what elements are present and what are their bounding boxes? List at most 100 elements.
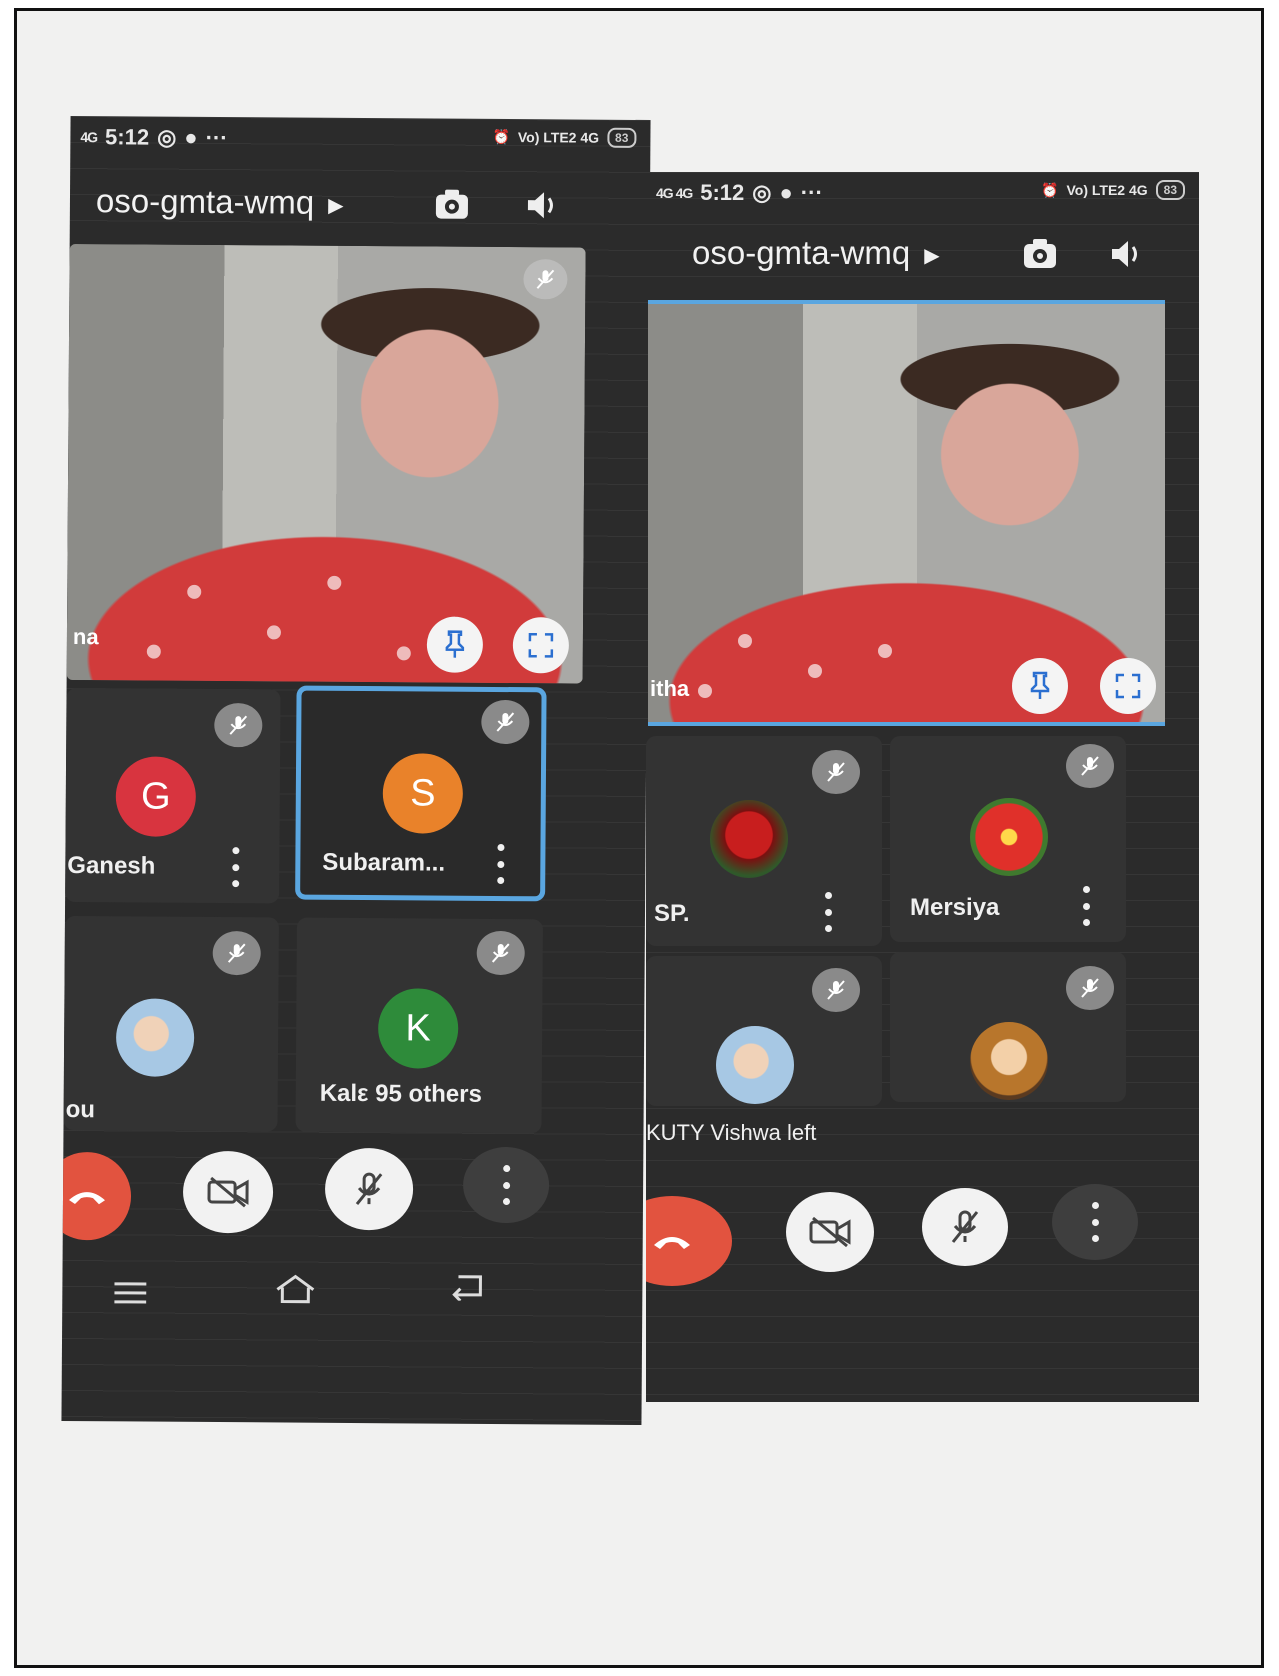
participant-tile-active-speaker[interactable]: S Subaram... xyxy=(295,685,547,902)
alarm-icon: ⏰ xyxy=(492,128,510,145)
telegram-icon: ● xyxy=(779,180,793,205)
status-bar: 4G 4G 5:12 ◎ ● ··· ⏰ Vo) LTE2 4G 83 xyxy=(646,172,1199,212)
saree-pattern xyxy=(187,584,202,599)
avatar: S xyxy=(382,753,464,834)
more-options-button[interactable] xyxy=(1052,1184,1138,1260)
battery-icon: 83 xyxy=(1155,180,1185,200)
fullscreen-icon xyxy=(1115,673,1141,699)
participant-tile[interactable]: Mersiya xyxy=(890,736,1126,942)
whatsapp-icon: ◎ xyxy=(157,124,177,150)
more-options-icon[interactable] xyxy=(1080,886,1092,926)
pin-button[interactable] xyxy=(1012,658,1068,714)
others-count-label: Kalε 95 others xyxy=(319,1079,482,1108)
muted-mic-icon xyxy=(212,931,261,976)
muted-mic-icon xyxy=(476,930,525,976)
camera-off-icon xyxy=(207,1176,249,1208)
participant-name: SP. xyxy=(654,900,690,927)
saree-pattern xyxy=(396,646,411,661)
participant-name: ou xyxy=(65,1095,96,1124)
participant-name: Ganesh xyxy=(67,851,156,880)
signal-icon: 4G 4G xyxy=(656,185,693,201)
main-participant-video[interactable]: itha xyxy=(648,300,1165,726)
pin-icon xyxy=(445,630,465,658)
clock: 5:12 xyxy=(105,124,150,150)
participant-name: na xyxy=(72,624,99,650)
muted-mic-icon xyxy=(523,259,568,300)
mic-toggle-button[interactable] xyxy=(922,1188,1008,1266)
alarm-icon: ⏰ xyxy=(1041,181,1059,198)
meeting-code[interactable]: oso-gmta-wmq ▶ xyxy=(96,182,344,222)
more-options-icon[interactable] xyxy=(494,843,506,885)
muted-mic-icon xyxy=(1066,966,1114,1010)
telegram-icon: ● xyxy=(184,124,198,150)
camera-toggle-button[interactable] xyxy=(182,1150,274,1234)
fullscreen-icon xyxy=(528,632,554,658)
others-tile[interactable]: K Kalε 95 others xyxy=(295,917,543,1134)
android-nav-bar xyxy=(62,1254,642,1328)
end-call-button[interactable] xyxy=(646,1196,732,1286)
profile-photo xyxy=(970,1022,1048,1100)
muted-mic-icon xyxy=(812,750,860,794)
participant-tile[interactable] xyxy=(646,956,882,1106)
saree-pattern xyxy=(327,575,342,590)
left-phone-screenshot: 4G 5:12 ◎ ● ··· ⏰ Vo) LTE2 4G 83 oso-gmt… xyxy=(61,115,651,1426)
home-icon[interactable] xyxy=(274,1273,316,1310)
mic-off-icon xyxy=(951,1210,979,1243)
end-call-icon xyxy=(68,1192,105,1205)
participant-left-notice: KUTY Vishwa left xyxy=(646,1120,817,1145)
right-phone-screenshot: 4G 4G 5:12 ◎ ● ··· ⏰ Vo) LTE2 4G 83 oso-… xyxy=(646,172,1199,1402)
muted-mic-icon xyxy=(214,703,263,748)
saree-pattern xyxy=(878,644,892,658)
more-options-icon xyxy=(500,1165,512,1206)
saree-pattern xyxy=(808,664,822,678)
fullscreen-button[interactable] xyxy=(1100,658,1156,714)
mic-off-icon xyxy=(355,1172,383,1205)
participant-tile[interactable]: G Ganesh xyxy=(65,687,281,904)
pin-icon xyxy=(1030,671,1050,699)
back-icon[interactable] xyxy=(450,1273,484,1306)
meeting-header: oso-gmta-wmq ▶ xyxy=(646,216,1199,292)
network-indicator: Vo) LTE2 4G xyxy=(1066,182,1148,198)
speaker-icon[interactable] xyxy=(520,185,564,225)
mic-toggle-button[interactable] xyxy=(324,1147,414,1231)
avatar: G xyxy=(115,756,197,837)
saree-pattern xyxy=(698,684,712,698)
network-indicator: Vo) LTE2 4G xyxy=(517,129,600,146)
meeting-code-text: oso-gmta-wmq xyxy=(692,234,911,271)
saree-pattern xyxy=(738,634,752,648)
clock: 5:12 xyxy=(700,180,745,205)
participant-tile[interactable] xyxy=(890,952,1126,1102)
meeting-header: oso-gmta-wmq ▶ xyxy=(70,164,651,244)
fullscreen-button[interactable] xyxy=(512,617,570,674)
muted-mic-icon xyxy=(812,968,860,1012)
switch-camera-icon[interactable] xyxy=(1018,234,1062,274)
participant-name: Mersiya xyxy=(910,894,1000,921)
camera-toggle-button[interactable] xyxy=(786,1192,874,1272)
more-options-button[interactable] xyxy=(462,1146,550,1224)
signal-icon: 4G xyxy=(80,129,98,146)
saree-pattern xyxy=(266,625,282,640)
participant-tile[interactable]: ou xyxy=(63,915,279,1132)
caret-right-icon: ▶ xyxy=(328,194,344,217)
camera-off-icon xyxy=(809,1216,851,1248)
meeting-code[interactable]: oso-gmta-wmq ▶ xyxy=(692,234,940,272)
more-options-icon[interactable] xyxy=(229,847,241,888)
saree-pattern xyxy=(146,644,161,659)
muted-mic-icon xyxy=(1066,744,1114,788)
more-options-icon[interactable] xyxy=(822,892,834,932)
switch-camera-icon[interactable] xyxy=(430,185,474,225)
more-notifications: ··· xyxy=(800,180,823,205)
profile-photo xyxy=(115,998,195,1077)
participant-tile[interactable]: SP. xyxy=(646,736,882,946)
end-call-button[interactable] xyxy=(61,1151,132,1241)
profile-photo xyxy=(970,798,1048,876)
participant-name: Subaram... xyxy=(322,848,446,877)
menu-icon[interactable] xyxy=(114,1280,147,1309)
main-participant-video[interactable]: na xyxy=(66,243,586,684)
pin-button[interactable] xyxy=(426,616,484,673)
end-call-icon xyxy=(654,1237,690,1249)
meeting-code-text: oso-gmta-wmq xyxy=(95,182,315,221)
speaker-icon[interactable] xyxy=(1104,234,1148,274)
battery-icon: 83 xyxy=(606,127,637,148)
muted-mic-icon xyxy=(481,699,530,745)
